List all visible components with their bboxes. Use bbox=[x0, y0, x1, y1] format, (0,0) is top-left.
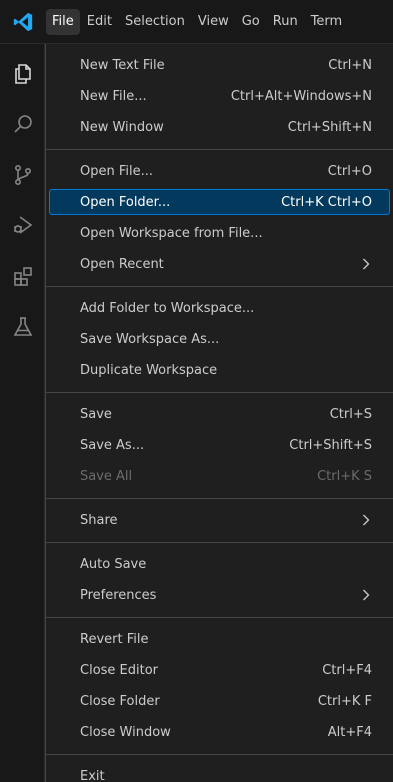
menu-item-shortcut: Ctrl+Shift+N bbox=[287, 119, 372, 135]
menu-item-label: Save bbox=[80, 406, 112, 422]
menu-separator bbox=[46, 392, 393, 393]
menu-item-label: Close Folder bbox=[80, 693, 160, 709]
menu-item-save[interactable]: Save Ctrl+S bbox=[49, 401, 390, 427]
menu-item-label: Save Workspace As... bbox=[80, 331, 220, 347]
vscode-logo-icon[interactable] bbox=[0, 0, 46, 44]
chevron-right-icon bbox=[360, 258, 372, 270]
menu-item-label: Add Folder to Workspace... bbox=[80, 300, 255, 316]
menu-separator bbox=[46, 617, 393, 618]
menu-item-close-folder[interactable]: Close Folder Ctrl+K F bbox=[49, 688, 390, 714]
vscode-window: File Edit Selection View Go Run Term New… bbox=[0, 0, 393, 782]
menu-item-new-text-file[interactable]: New Text File Ctrl+N bbox=[49, 52, 390, 78]
menu-item-label: Exit bbox=[80, 768, 105, 782]
menubar-item-go[interactable]: Go bbox=[236, 9, 266, 35]
menu-item-shortcut: Alt+F4 bbox=[327, 724, 372, 740]
menubar-item-term[interactable]: Term bbox=[305, 9, 349, 35]
menu-item-new-file[interactable]: New File... Ctrl+Alt+Windows+N bbox=[49, 83, 390, 109]
menu-item-label: Save As... bbox=[80, 437, 145, 453]
menu-item-open-workspace-from-file[interactable]: Open Workspace from File... bbox=[49, 220, 390, 246]
explorer-icon[interactable] bbox=[0, 52, 45, 96]
menu-item-label: Revert File bbox=[80, 631, 149, 647]
menu-item-label: Open Workspace from File... bbox=[80, 225, 263, 241]
chevron-right-icon bbox=[360, 514, 372, 526]
menu-item-shortcut: Ctrl+F4 bbox=[322, 662, 372, 678]
menu-separator bbox=[46, 498, 393, 499]
menu-item-label: New File... bbox=[80, 88, 147, 104]
menu-item-label: Share bbox=[80, 512, 118, 528]
menu-separator bbox=[46, 149, 393, 150]
menubar-item-view[interactable]: View bbox=[192, 9, 235, 35]
menu-item-shortcut: Ctrl+K S bbox=[317, 468, 372, 484]
menubar-item-selection[interactable]: Selection bbox=[119, 9, 191, 35]
menu-item-shortcut: Ctrl+N bbox=[328, 57, 372, 73]
extensions-icon[interactable] bbox=[0, 254, 45, 298]
menu-item-shortcut: Ctrl+Alt+Windows+N bbox=[230, 88, 372, 104]
menubar-item-file[interactable]: File bbox=[46, 8, 80, 35]
menu-item-label: Open Folder... bbox=[80, 194, 171, 210]
menu-item-label: Preferences bbox=[80, 587, 157, 603]
menu-separator bbox=[46, 286, 393, 287]
menu-separator bbox=[46, 542, 393, 543]
source-control-icon[interactable] bbox=[0, 153, 45, 197]
menu-item-close-editor[interactable]: Close Editor Ctrl+F4 bbox=[49, 657, 390, 683]
menu-item-open-file[interactable]: Open File... Ctrl+O bbox=[49, 158, 390, 184]
menubar-item-run[interactable]: Run bbox=[267, 9, 304, 35]
menu-item-shortcut: Ctrl+K F bbox=[317, 693, 372, 709]
menu-item-label: New Window bbox=[80, 119, 164, 135]
menu-item-preferences[interactable]: Preferences bbox=[49, 582, 390, 608]
menubar-item-edit[interactable]: Edit bbox=[81, 9, 118, 35]
menu-item-label: Close Editor bbox=[80, 662, 159, 678]
menu-item-share[interactable]: Share bbox=[49, 507, 390, 533]
run-debug-icon[interactable] bbox=[0, 203, 45, 247]
menu-item-label: Open File... bbox=[80, 163, 154, 179]
menu-item-add-folder-to-workspace[interactable]: Add Folder to Workspace... bbox=[49, 295, 390, 321]
menu-separator bbox=[46, 754, 393, 755]
menu-item-new-window[interactable]: New Window Ctrl+Shift+N bbox=[49, 114, 390, 140]
menu-item-label: Close Window bbox=[80, 724, 171, 740]
menu-item-label: Duplicate Workspace bbox=[80, 362, 218, 378]
menu-item-duplicate-workspace[interactable]: Duplicate Workspace bbox=[49, 357, 390, 383]
file-menu-dropdown: New Text File Ctrl+N New File... Ctrl+Alt+W… bbox=[45, 44, 393, 782]
menu-item-shortcut: Ctrl+Shift+S bbox=[289, 437, 372, 453]
chevron-right-icon bbox=[360, 589, 372, 601]
menu-item-shortcut: Ctrl+O bbox=[327, 163, 372, 179]
menu-item-open-folder[interactable]: Open Folder... Ctrl+K Ctrl+O bbox=[49, 189, 390, 215]
menu-item-shortcut: Ctrl+K Ctrl+O bbox=[281, 194, 372, 210]
menu-item-save-all: Save All Ctrl+K S bbox=[49, 463, 390, 489]
testing-icon[interactable] bbox=[0, 305, 45, 349]
title-bar: File Edit Selection View Go Run Term bbox=[0, 0, 393, 44]
menu-item-label: Auto Save bbox=[80, 556, 147, 572]
menu-item-label: Save All bbox=[80, 468, 133, 484]
menu-item-auto-save[interactable]: Auto Save bbox=[49, 551, 390, 577]
menu-item-save-workspace-as[interactable]: Save Workspace As... bbox=[49, 326, 390, 352]
menu-item-close-window[interactable]: Close Window Alt+F4 bbox=[49, 719, 390, 745]
menu-item-label: New Text File bbox=[80, 57, 165, 73]
activity-bar bbox=[0, 44, 45, 782]
menu-item-exit[interactable]: Exit bbox=[49, 763, 390, 782]
search-icon[interactable] bbox=[0, 102, 45, 146]
menu-item-open-recent[interactable]: Open Recent bbox=[49, 251, 390, 277]
menu-item-save-as[interactable]: Save As... Ctrl+Shift+S bbox=[49, 432, 390, 458]
menu-item-shortcut: Ctrl+S bbox=[329, 406, 372, 422]
menu-item-revert-file[interactable]: Revert File bbox=[49, 626, 390, 652]
menu-bar: File Edit Selection View Go Run Term bbox=[46, 0, 349, 44]
menu-item-label: Open Recent bbox=[80, 256, 164, 272]
